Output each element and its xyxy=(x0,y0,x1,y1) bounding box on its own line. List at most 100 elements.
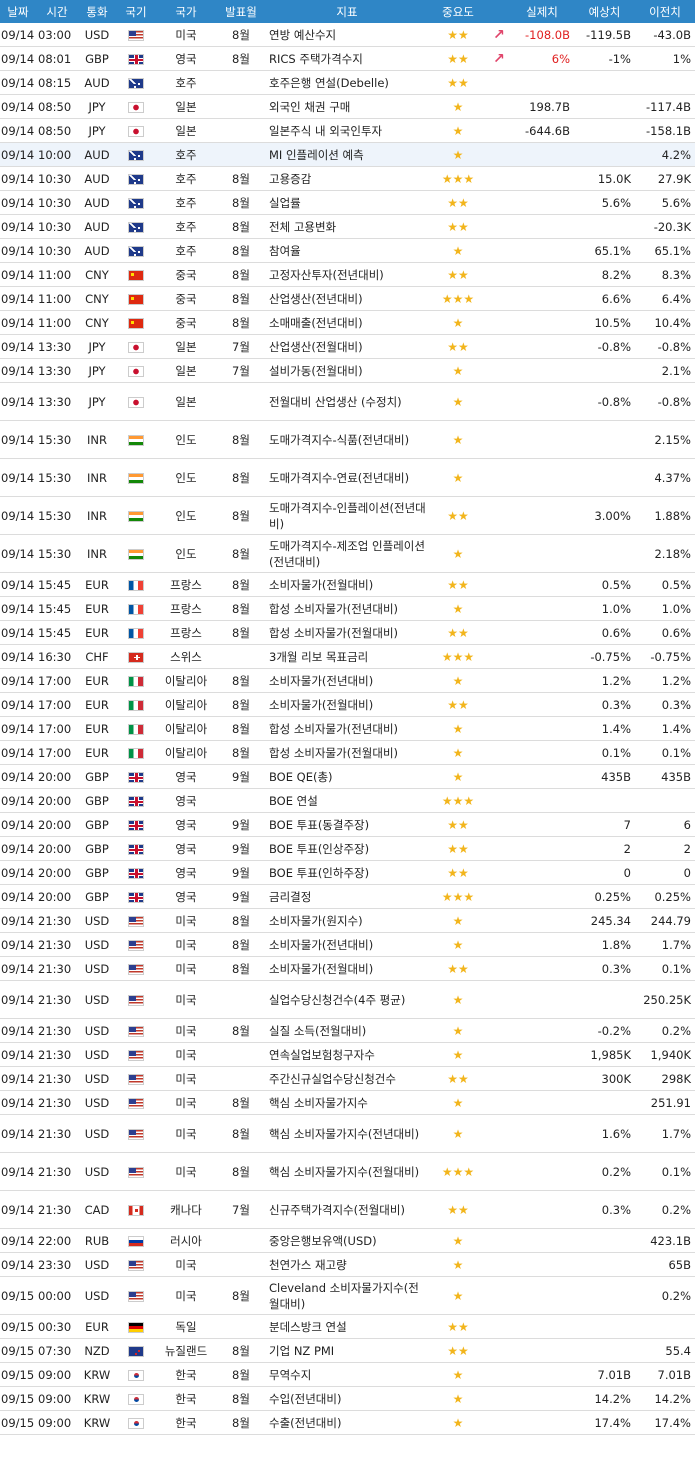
row-indicator-name[interactable]: 연방 예산수지 xyxy=(266,23,428,47)
table-row[interactable]: 09/14 15:30 INR 인도 8월 도매가격지수-인플레이션(전년대비) ★★ 3.0… xyxy=(0,496,695,535)
row-indicator-name[interactable]: 산업생산(전년대비) xyxy=(266,286,428,311)
table-row[interactable]: 09/15 00:30 EUR 독일 분데스방크 연설 ★★ xyxy=(0,1314,695,1339)
table-row[interactable]: 09/14 10:30 AUD 호주 8월 실업률 ★★ 5.6% 5.6% xyxy=(0,190,695,215)
table-row[interactable]: 09/14 11:00 CNY 중국 8월 고정자산투자(전년대비) ★★ 8.2% 8.3% xyxy=(0,262,695,287)
table-row[interactable]: 09/14 22:00 RUB 러시아 중앙은행보유액(USD) ★ 423.1B xyxy=(0,1228,695,1253)
row-indicator-name[interactable]: 참여율 xyxy=(266,238,428,263)
row-indicator-name[interactable]: 합성 소비자물가(전월대비) xyxy=(266,620,428,645)
header-nation[interactable]: 국기 xyxy=(116,0,156,23)
row-indicator-name[interactable]: RICS 주택가격수지 xyxy=(266,46,428,71)
row-indicator-name[interactable]: 기업 NZ PMI xyxy=(266,1338,428,1363)
row-indicator-name[interactable]: 설비가동(전월대비) xyxy=(266,358,428,383)
row-indicator-name[interactable]: 도매가격지수-제조업 인플레이션(전년대비) xyxy=(266,534,428,573)
row-indicator-name[interactable]: 소비자물가(전년대비) xyxy=(266,932,428,957)
row-indicator-name[interactable]: 전체 고용변화 xyxy=(266,214,428,239)
table-row[interactable]: 09/14 11:00 CNY 중국 8월 산업생산(전년대비) ★★★ 6.6% 6.4% xyxy=(0,286,695,311)
row-indicator-name[interactable]: BOE 연설 xyxy=(266,788,428,813)
table-row[interactable]: 09/14 21:30 USD 미국 실업수당신청건수(4주 평균) ★ 250.25K xyxy=(0,980,695,1019)
table-row[interactable]: 09/15 09:00 KRW 한국 8월 무역수지 ★ 7.01B 7.01B xyxy=(0,1362,695,1387)
row-indicator-name[interactable]: 금리결정 xyxy=(266,884,428,909)
row-indicator-name[interactable]: 주간신규실업수당신청건수 xyxy=(266,1066,428,1091)
table-row[interactable]: 09/14 21:30 USD 미국 8월 소비자물가(원지수) ★ 245.34 244.79 xyxy=(0,908,695,933)
row-indicator-name[interactable]: Cleveland 소비자물가지수(전월대비) xyxy=(266,1276,428,1315)
row-indicator-name[interactable]: 수출(전년대비) xyxy=(266,1410,428,1435)
header-indicator[interactable]: 지표 xyxy=(266,0,428,23)
row-indicator-name[interactable]: 고용증감 xyxy=(266,166,428,191)
header-forecast[interactable]: 예상치 xyxy=(574,0,635,23)
table-row[interactable]: 09/15 07:30 NZD 뉴질랜드 8월 기업 NZ PMI ★★ 55.4 xyxy=(0,1338,695,1363)
row-indicator-name[interactable]: 천연가스 재고량 xyxy=(266,1252,428,1277)
table-row[interactable]: 09/14 21:30 USD 미국 연속실업보험청구자수 ★ 1,985K 1,940K xyxy=(0,1042,695,1067)
row-indicator-name[interactable]: 실업률 xyxy=(266,190,428,215)
row-indicator-name[interactable]: 외국인 채권 구매 xyxy=(266,94,428,119)
row-indicator-name[interactable]: 도매가격지수-인플레이션(전년대비) xyxy=(266,496,428,535)
table-row[interactable]: 09/14 10:30 AUD 호주 8월 전체 고용변화 ★★ -20.3K xyxy=(0,214,695,239)
table-row[interactable]: 09/14 08:01 GBP 영국 8월 RICS 주택가격수지 ★★ ↗ 6% -1% 1% xyxy=(0,46,695,71)
row-indicator-name[interactable]: 소비자물가(전월대비) xyxy=(266,572,428,597)
table-row[interactable]: 09/14 15:30 INR 인도 8월 도매가격지수-식품(전년대비) ★ 2.15% xyxy=(0,420,695,459)
table-row[interactable]: 09/14 23:30 USD 미국 천연가스 재고량 ★ 65B xyxy=(0,1252,695,1277)
table-row[interactable]: 09/15 09:00 KRW 한국 8월 수입(전년대비) ★ 14.2% 14.2% xyxy=(0,1386,695,1411)
row-indicator-name[interactable]: 전월대비 산업생산 (수정치) xyxy=(266,382,428,421)
row-indicator-name[interactable]: 소비자물가(전년대비) xyxy=(266,668,428,693)
header-importance[interactable]: 중요도 xyxy=(428,0,488,23)
row-indicator-name[interactable]: MI 인플레이션 예측 xyxy=(266,142,428,167)
header-country[interactable]: 국가 xyxy=(156,0,216,23)
table-row[interactable]: 09/14 15:45 EUR 프랑스 8월 소비자물가(전월대비) ★★ 0.5% 0.5% xyxy=(0,572,695,597)
row-indicator-name[interactable]: 호주은행 연설(Debelle) xyxy=(266,70,428,95)
row-indicator-name[interactable]: BOE 투표(동결주장) xyxy=(266,812,428,837)
row-indicator-name[interactable]: 소비자물가(전월대비) xyxy=(266,956,428,981)
table-row[interactable]: 09/14 21:30 CAD 캐나다 7월 신규주택가격지수(전월대비) ★★ 0.3% 0.… xyxy=(0,1190,695,1229)
row-indicator-name[interactable]: 실질 소득(전월대비) xyxy=(266,1018,428,1043)
table-row[interactable]: 09/14 21:30 USD 미국 8월 실질 소득(전월대비) ★ -0.2% 0.2% xyxy=(0,1018,695,1043)
table-row[interactable]: 09/14 10:00 AUD 호주 MI 인플레이션 예측 ★ 4.2% xyxy=(0,142,695,167)
row-indicator-name[interactable]: BOE 투표(인하주장) xyxy=(266,860,428,885)
header-actual[interactable]: 실제치 xyxy=(510,0,574,23)
header-period[interactable]: 발표월 xyxy=(216,0,266,23)
table-row[interactable]: 09/14 08:15 AUD 호주 호주은행 연설(Debelle) ★★ xyxy=(0,70,695,95)
table-row[interactable]: 09/14 17:00 EUR 이탈리아 8월 소비자물가(전월대비) ★★ 0.3% 0.3% xyxy=(0,692,695,717)
table-row[interactable]: 09/14 17:00 EUR 이탈리아 8월 합성 소비자물가(전월대비) ★ 0.1% 0.… xyxy=(0,740,695,765)
row-indicator-name[interactable]: 신규주택가격지수(전월대비) xyxy=(266,1190,428,1229)
row-indicator-name[interactable]: 무역수지 xyxy=(266,1362,428,1387)
table-row[interactable]: 09/14 20:00 GBP 영국 9월 금리결정 ★★★ 0.25% 0.25% xyxy=(0,884,695,909)
table-row[interactable]: 09/14 16:30 CHF 스위스 3개월 리보 목표금리 ★★★ -0.75% -0.7… xyxy=(0,644,695,669)
table-row[interactable]: 09/14 15:30 INR 인도 8월 도매가격지수-연료(전년대비) ★ 4.37% xyxy=(0,458,695,497)
row-indicator-name[interactable]: 도매가격지수-연료(전년대비) xyxy=(266,458,428,497)
header-date[interactable]: 날짜 xyxy=(0,0,36,23)
row-indicator-name[interactable]: 합성 소비자물가(전년대비) xyxy=(266,596,428,621)
row-indicator-name[interactable]: BOE QE(총) xyxy=(266,764,428,789)
row-indicator-name[interactable]: 도매가격지수-식품(전년대비) xyxy=(266,420,428,459)
row-indicator-name[interactable]: 중앙은행보유액(USD) xyxy=(266,1228,428,1253)
table-row[interactable]: 09/14 20:00 GBP 영국 9월 BOE 투표(동결주장) ★★ 7 6 xyxy=(0,812,695,837)
row-indicator-name[interactable]: 소비자물가(원지수) xyxy=(266,908,428,933)
row-indicator-name[interactable]: 연속실업보험청구자수 xyxy=(266,1042,428,1067)
row-indicator-name[interactable]: 일본주식 내 외국인투자 xyxy=(266,118,428,143)
table-row[interactable]: 09/14 13:30 JPY 일본 전월대비 산업생산 (수정치) ★ -0.8% -0.8… xyxy=(0,382,695,421)
row-indicator-name[interactable]: 핵심 소비자물가지수(전월대비) xyxy=(266,1152,428,1191)
table-row[interactable]: 09/14 08:50 JPY 일본 일본주식 내 외국인투자 ★ -644.6B -158.… xyxy=(0,118,695,143)
row-indicator-name[interactable]: 핵심 소비자물가지수 xyxy=(266,1090,428,1115)
header-time[interactable]: 시간 xyxy=(36,0,78,23)
table-row[interactable]: 09/14 21:30 USD 미국 8월 소비자물가(전년대비) ★ 1.8% 1.7% xyxy=(0,932,695,957)
row-indicator-name[interactable]: 소매매출(전년대비) xyxy=(266,310,428,335)
row-indicator-name[interactable]: 3개월 리보 목표금리 xyxy=(266,644,428,669)
table-row[interactable]: 09/14 15:45 EUR 프랑스 8월 합성 소비자물가(전년대비) ★ 1.0% 1.0… xyxy=(0,596,695,621)
row-indicator-name[interactable]: BOE 투표(인상주장) xyxy=(266,836,428,861)
table-row[interactable]: 09/14 21:30 USD 미국 8월 소비자물가(전월대비) ★★ 0.3% 0.1% xyxy=(0,956,695,981)
table-row[interactable]: 09/14 17:00 EUR 이탈리아 8월 소비자물가(전년대비) ★ 1.2% 1.2% xyxy=(0,668,695,693)
table-row[interactable]: 09/14 13:30 JPY 일본 7월 산업생산(전월대비) ★★ -0.8% -0.8% xyxy=(0,334,695,359)
row-indicator-name[interactable]: 실업수당신청건수(4주 평균) xyxy=(266,980,428,1019)
table-row[interactable]: 09/14 21:30 USD 미국 주간신규실업수당신청건수 ★★ 300K 298K xyxy=(0,1066,695,1091)
table-row[interactable]: 09/14 11:00 CNY 중국 8월 소매매출(전년대비) ★ 10.5% 10.4% xyxy=(0,310,695,335)
table-row[interactable]: 09/14 20:00 GBP 영국 BOE 연설 ★★★ xyxy=(0,788,695,813)
row-indicator-name[interactable]: 합성 소비자물가(전년대비) xyxy=(266,716,428,741)
table-row[interactable]: 09/14 15:45 EUR 프랑스 8월 합성 소비자물가(전월대비) ★★ 0.6% 0.… xyxy=(0,620,695,645)
table-row[interactable]: 09/14 13:30 JPY 일본 7월 설비가동(전월대비) ★ 2.1% xyxy=(0,358,695,383)
table-row[interactable]: 09/14 15:30 INR 인도 8월 도매가격지수-제조업 인플레이션(전년대비) ★… xyxy=(0,534,695,573)
table-row[interactable]: 09/14 10:30 AUD 호주 8월 고용증감 ★★★ 15.0K 27.9K xyxy=(0,166,695,191)
header-currency[interactable]: 통화 xyxy=(78,0,116,23)
row-indicator-name[interactable]: 산업생산(전월대비) xyxy=(266,334,428,359)
table-row[interactable]: 09/14 20:00 GBP 영국 9월 BOE 투표(인하주장) ★★ 0 0 xyxy=(0,860,695,885)
table-row[interactable]: 09/14 08:50 JPY 일본 외국인 채권 구매 ★ 198.7B -117.4B xyxy=(0,94,695,119)
